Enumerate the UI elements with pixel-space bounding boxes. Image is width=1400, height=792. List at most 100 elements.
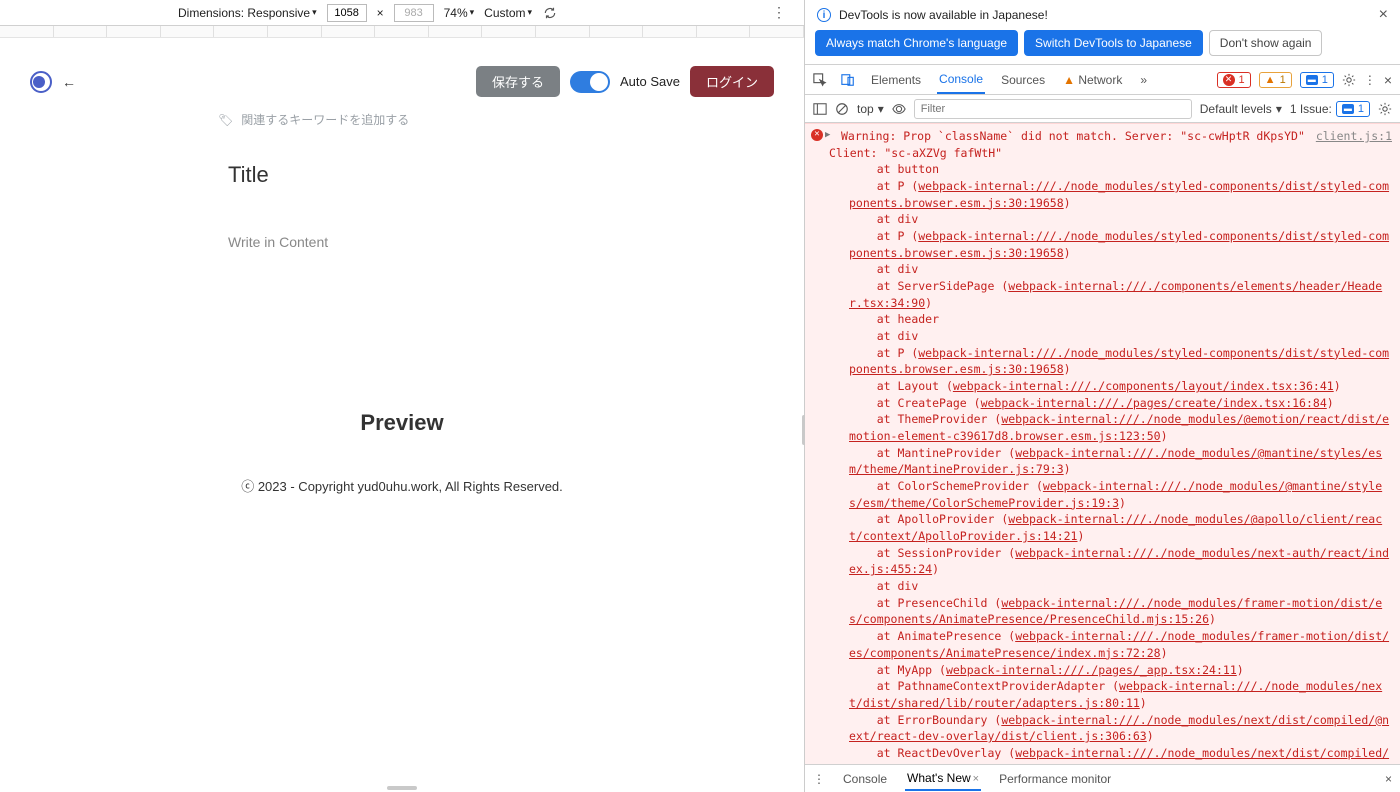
error-count-pill[interactable]: ✕1 xyxy=(1217,72,1251,88)
caret-down-icon: ▾ xyxy=(1276,102,1282,116)
kebab-menu-icon[interactable]: ⋮ xyxy=(1364,73,1376,87)
theme-toggle-icon[interactable] xyxy=(30,71,52,93)
stack-link[interactable]: webpack-internal:///./node_modules/frame… xyxy=(849,596,1382,627)
settings-gear-icon[interactable] xyxy=(1342,73,1356,87)
inspect-element-icon[interactable] xyxy=(813,73,827,87)
stack-link[interactable]: webpack-internal:///./node_modules/next-… xyxy=(849,546,1389,577)
tab-sources[interactable]: Sources xyxy=(999,67,1047,93)
console-body[interactable]: ✕ ▶ client.js:1 Warning: Prop `className… xyxy=(805,123,1400,764)
drawer-tab-perfmon[interactable]: Performance monitor xyxy=(997,768,1113,790)
device-toggle-icon[interactable] xyxy=(841,73,855,87)
back-arrow-icon[interactable]: ← xyxy=(62,74,76,90)
live-expression-icon[interactable] xyxy=(892,102,906,116)
resize-handle-horizontal[interactable] xyxy=(387,786,417,790)
stack-frame: at ErrorBoundary (webpack-internal:///./… xyxy=(849,712,1392,745)
stack-link[interactable]: webpack-internal:///./components/element… xyxy=(849,279,1382,310)
close-drawer-icon[interactable]: × xyxy=(1385,772,1392,786)
zoom-dropdown[interactable]: 74% ▾ xyxy=(444,6,475,20)
title-placeholder: Title xyxy=(228,162,576,188)
issues-indicator[interactable]: 1 Issue: ▬1 xyxy=(1290,101,1370,117)
content-input[interactable]: Write in Content xyxy=(18,194,786,290)
throttle-dropdown[interactable]: Custom ▾ xyxy=(484,6,532,20)
stack-link[interactable]: webpack-internal:///./node_modules/next/… xyxy=(849,679,1382,710)
stack-frame: at MantineProvider (webpack-internal:///… xyxy=(849,445,1392,478)
devtools-panel: i DevTools is now available in Japanese!… xyxy=(805,0,1400,792)
stack-frame: at div xyxy=(849,261,1392,278)
close-banner-icon[interactable]: × xyxy=(1379,6,1388,24)
console-error-message[interactable]: ✕ ▶ client.js:1 Warning: Prop `className… xyxy=(805,123,1400,764)
drawer-tab-console[interactable]: Console xyxy=(841,768,889,790)
console-toolbar: top ▾ Default levels ▾ 1 Issue: ▬1 xyxy=(805,95,1400,123)
autosave-toggle[interactable] xyxy=(570,71,610,93)
stack-frame: at ReactDevOverlay (webpack-internal:///… xyxy=(849,745,1392,764)
title-input[interactable]: Title xyxy=(18,132,786,194)
preview-heading: Preview xyxy=(18,410,786,436)
tag-placeholder: 関連するキーワードを追加する xyxy=(241,111,409,128)
ruler xyxy=(0,26,804,38)
drawer-tab-whatsnew[interactable]: What's New× xyxy=(905,767,981,791)
app-frame: ← 保存する Auto Save ログイン 🏷 関連するキーワードを追加する T… xyxy=(18,56,786,774)
stack-link[interactable]: webpack-internal:///./pages/create/index… xyxy=(981,396,1327,410)
tag-input-row[interactable]: 🏷 関連するキーワードを追加する xyxy=(18,107,786,132)
stack-link[interactable]: webpack-internal:///./node_modules/next/… xyxy=(849,713,1389,744)
source-link[interactable]: client.js:1 xyxy=(1316,128,1392,145)
switch-japanese-button[interactable]: Switch DevTools to Japanese xyxy=(1024,30,1203,56)
stack-frame: at P (webpack-internal:///./node_modules… xyxy=(849,178,1392,211)
stack-link[interactable]: webpack-internal:///./node_modules/frame… xyxy=(849,629,1389,660)
times-separator: × xyxy=(377,6,384,20)
stack-link[interactable]: webpack-internal:///./node_modules/next/… xyxy=(849,746,1389,764)
context-value: top xyxy=(857,102,874,116)
context-dropdown[interactable]: top ▾ xyxy=(857,102,884,116)
tab-elements[interactable]: Elements xyxy=(869,67,923,93)
dont-show-button[interactable]: Don't show again xyxy=(1209,30,1323,56)
rotate-icon[interactable] xyxy=(542,5,558,21)
stack-link[interactable]: webpack-internal:///./pages/_app.tsx:24:… xyxy=(946,663,1237,677)
levels-dropdown[interactable]: Default levels ▾ xyxy=(1200,102,1282,116)
stack-frame: at button xyxy=(849,161,1392,178)
filter-input[interactable] xyxy=(914,99,1192,119)
close-devtools-icon[interactable]: × xyxy=(1384,72,1392,88)
stack-link[interactable]: webpack-internal:///./node_modules/@apol… xyxy=(849,512,1382,543)
content-placeholder: Write in Content xyxy=(228,234,328,250)
caret-down-icon: ▾ xyxy=(470,7,475,18)
stack-frame: at ApolloProvider (webpack-internal:///.… xyxy=(849,511,1392,544)
stack-link[interactable]: webpack-internal:///./node_modules/@mant… xyxy=(849,479,1382,510)
stack-frame: at SessionProvider (webpack-internal:///… xyxy=(849,545,1392,578)
more-tabs-icon[interactable]: » xyxy=(1138,67,1149,93)
stack-frame: at div xyxy=(849,211,1392,228)
warning-count-pill[interactable]: ▲1 xyxy=(1259,72,1292,88)
stack-link[interactable]: webpack-internal:///./node_modules/style… xyxy=(849,346,1389,377)
autosave-label: Auto Save xyxy=(620,74,680,89)
stack-link[interactable]: webpack-internal:///./node_modules/@mant… xyxy=(849,446,1382,477)
stack-link[interactable]: webpack-internal:///./node_modules/style… xyxy=(849,179,1389,210)
stack-frame: at Layout (webpack-internal:///./compone… xyxy=(849,378,1392,395)
stack-frame: at div xyxy=(849,328,1392,345)
clear-console-icon[interactable] xyxy=(835,102,849,116)
always-match-button[interactable]: Always match Chrome's language xyxy=(815,30,1018,56)
tab-network[interactable]: ▲ Network xyxy=(1061,67,1124,93)
close-tab-icon[interactable]: × xyxy=(973,773,979,785)
save-button[interactable]: 保存する xyxy=(476,66,560,97)
stack-frame: at AnimatePresence (webpack-internal:///… xyxy=(849,628,1392,661)
kebab-menu-icon[interactable]: ⋮ xyxy=(772,4,786,21)
stack-frame: at MyApp (webpack-internal:///./pages/_a… xyxy=(849,662,1392,679)
caret-down-icon: ▾ xyxy=(312,7,317,18)
device-toolbar: Dimensions: Responsive ▾ × 74% ▾ Custom … xyxy=(0,0,804,26)
width-input[interactable] xyxy=(327,4,367,22)
stack-link[interactable]: webpack-internal:///./node_modules/@emot… xyxy=(849,412,1389,443)
expand-triangle-icon[interactable]: ▶ xyxy=(825,129,830,142)
stack-frame: at P (webpack-internal:///./node_modules… xyxy=(849,345,1392,378)
stack-frame: at PathnameContextProviderAdapter (webpa… xyxy=(849,678,1392,711)
levels-value: Default levels xyxy=(1200,102,1272,116)
height-input[interactable] xyxy=(394,4,434,22)
tab-console[interactable]: Console xyxy=(937,66,985,94)
dimensions-dropdown[interactable]: Dimensions: Responsive ▾ xyxy=(178,6,317,20)
console-settings-gear-icon[interactable] xyxy=(1378,102,1392,116)
console-sidebar-toggle-icon[interactable] xyxy=(813,102,827,116)
login-button[interactable]: ログイン xyxy=(690,66,774,97)
info-count-pill[interactable]: ▬1 xyxy=(1300,72,1334,88)
drawer-kebab-icon[interactable]: ⋮ xyxy=(813,772,825,786)
stack-link[interactable]: webpack-internal:///./components/layout/… xyxy=(953,379,1334,393)
caret-down-icon: ▾ xyxy=(528,7,533,18)
stack-link[interactable]: webpack-internal:///./node_modules/style… xyxy=(849,229,1389,260)
